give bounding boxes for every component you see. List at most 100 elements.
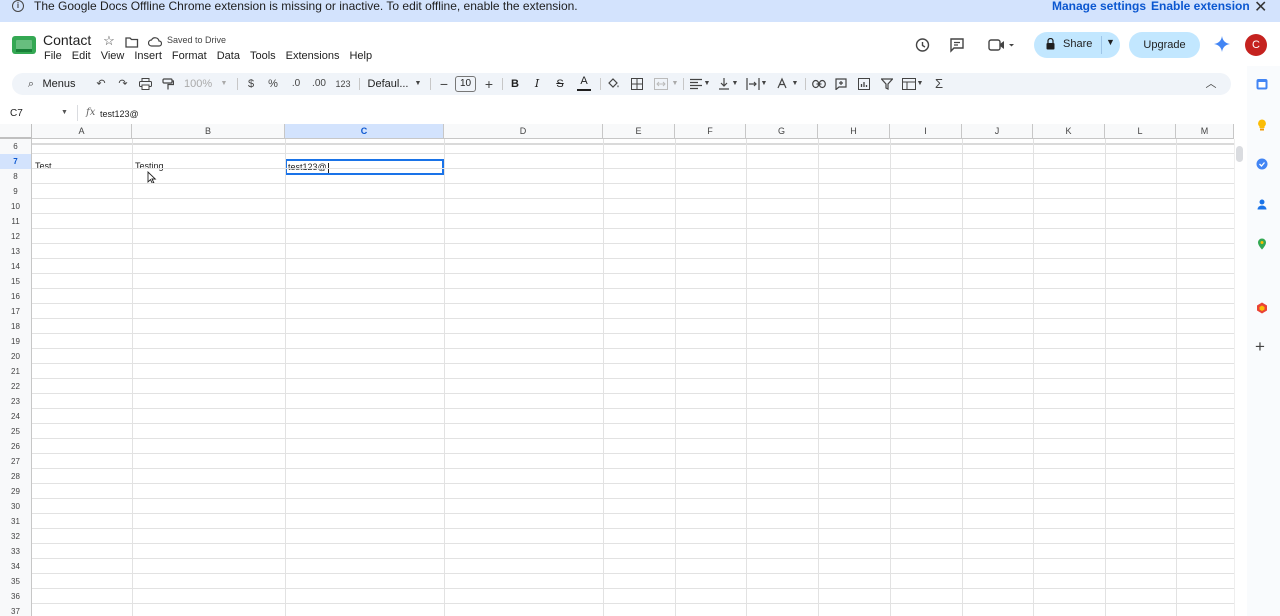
document-title[interactable]: Contact bbox=[43, 32, 91, 48]
spreadsheet-grid[interactable]: Test Testing test123@ ABCDEFGHIJKLM67891… bbox=[0, 124, 1234, 616]
menu-file[interactable]: File bbox=[44, 50, 62, 62]
chevron-down-icon[interactable]: ▼ bbox=[760, 73, 768, 95]
insert-chart-icon[interactable] bbox=[858, 78, 870, 90]
row-header-29[interactable]: 29 bbox=[0, 484, 32, 499]
sheets-logo-icon[interactable] bbox=[12, 36, 36, 56]
maps-icon[interactable] bbox=[1256, 238, 1268, 250]
borders-icon[interactable] bbox=[631, 78, 643, 90]
column-header-c[interactable]: C bbox=[285, 124, 444, 139]
vertical-scrollbar[interactable] bbox=[1234, 139, 1246, 616]
manage-settings-link[interactable]: Manage settings bbox=[1052, 0, 1146, 13]
row-header-33[interactable]: 33 bbox=[0, 544, 32, 559]
filter-icon[interactable] bbox=[881, 78, 893, 90]
bold-button[interactable]: B bbox=[509, 73, 521, 95]
text-wrapping-icon[interactable] bbox=[746, 78, 760, 90]
strikethrough-button[interactable]: S bbox=[554, 73, 566, 95]
menu-help[interactable]: Help bbox=[349, 50, 372, 62]
print-icon[interactable] bbox=[139, 78, 152, 90]
column-header-d[interactable]: D bbox=[444, 124, 603, 139]
row-header-28[interactable]: 28 bbox=[0, 469, 32, 484]
row-header-36[interactable]: 36 bbox=[0, 589, 32, 604]
row-header-24[interactable]: 24 bbox=[0, 409, 32, 424]
menu-edit[interactable]: Edit bbox=[72, 50, 91, 62]
number-format-button[interactable]: 123 bbox=[334, 73, 352, 95]
row-header-32[interactable]: 32 bbox=[0, 529, 32, 544]
row-header-17[interactable]: 17 bbox=[0, 304, 32, 319]
column-header-h[interactable]: H bbox=[818, 124, 890, 139]
paint-format-icon[interactable] bbox=[162, 78, 174, 90]
calendar-icon[interactable] bbox=[1256, 78, 1268, 90]
column-header-e[interactable]: E bbox=[603, 124, 675, 139]
column-header-g[interactable]: G bbox=[746, 124, 818, 139]
font-size-input[interactable]: 10 bbox=[455, 76, 476, 92]
cell-a7[interactable]: Test bbox=[35, 159, 52, 174]
column-header-b[interactable]: B bbox=[132, 124, 285, 139]
row-header-30[interactable]: 30 bbox=[0, 499, 32, 514]
menu-insert[interactable]: Insert bbox=[134, 50, 162, 62]
row-header-11[interactable]: 11 bbox=[0, 214, 32, 229]
row-header-9[interactable]: 9 bbox=[0, 184, 32, 199]
cloud-saved-icon[interactable] bbox=[148, 35, 162, 49]
meet-icon[interactable] bbox=[988, 37, 1014, 53]
chevron-down-icon[interactable]: ▼ bbox=[219, 73, 229, 95]
formula-input[interactable]: test123@ bbox=[100, 109, 139, 119]
gemini-icon[interactable] bbox=[1214, 36, 1230, 52]
column-header-f[interactable]: F bbox=[675, 124, 746, 139]
row-header-20[interactable]: 20 bbox=[0, 349, 32, 364]
row-header-37[interactable]: 37 bbox=[0, 604, 32, 616]
avatar[interactable]: C bbox=[1245, 34, 1267, 56]
chevron-down-icon[interactable]: ▼ bbox=[61, 109, 68, 116]
row-header-31[interactable]: 31 bbox=[0, 514, 32, 529]
row-header-13[interactable]: 13 bbox=[0, 244, 32, 259]
row-header-15[interactable]: 15 bbox=[0, 274, 32, 289]
row-header-23[interactable]: 23 bbox=[0, 394, 32, 409]
redo-icon[interactable]: ↷ bbox=[116, 73, 130, 95]
star-icon[interactable]: ☆ bbox=[102, 34, 116, 48]
currency-format-button[interactable]: $ bbox=[245, 73, 257, 95]
merge-cells-icon[interactable] bbox=[654, 78, 668, 90]
row-header-26[interactable]: 26 bbox=[0, 439, 32, 454]
vertical-align-icon[interactable] bbox=[718, 77, 730, 90]
chevron-down-icon[interactable]: ▼ bbox=[671, 73, 679, 95]
fill-color-icon[interactable] bbox=[607, 77, 620, 90]
select-all-corner[interactable] bbox=[0, 124, 32, 139]
italic-button[interactable]: I bbox=[531, 73, 543, 95]
addon-icon[interactable] bbox=[1256, 302, 1268, 314]
comments-icon[interactable] bbox=[949, 37, 965, 53]
filter-views-icon[interactable] bbox=[902, 78, 916, 90]
menu-extensions[interactable]: Extensions bbox=[286, 50, 340, 62]
close-icon[interactable]: ✕ bbox=[1254, 0, 1267, 17]
version-history-icon[interactable] bbox=[914, 37, 930, 53]
enable-extension-link[interactable]: Enable extension bbox=[1151, 0, 1250, 13]
font-select[interactable]: Defaul... bbox=[366, 73, 410, 95]
cell-c7[interactable]: test123@ bbox=[288, 162, 327, 172]
decrease-font-size-button[interactable]: − bbox=[438, 73, 450, 95]
column-header-m[interactable]: M bbox=[1176, 124, 1234, 139]
insert-link-icon[interactable] bbox=[812, 79, 826, 89]
row-header-10[interactable]: 10 bbox=[0, 199, 32, 214]
column-header-k[interactable]: K bbox=[1033, 124, 1105, 139]
column-header-i[interactable]: I bbox=[890, 124, 962, 139]
row-header-22[interactable]: 22 bbox=[0, 379, 32, 394]
scrollbar-thumb[interactable] bbox=[1236, 146, 1243, 162]
menu-data[interactable]: Data bbox=[217, 50, 240, 62]
menu-view[interactable]: View bbox=[101, 50, 125, 62]
share-button[interactable]: Share ▼ bbox=[1034, 32, 1120, 58]
move-folder-icon[interactable] bbox=[125, 35, 139, 49]
row-header-8[interactable]: 8 bbox=[0, 169, 32, 184]
upgrade-button[interactable]: Upgrade bbox=[1129, 32, 1200, 58]
search-icon[interactable]: ⌕ bbox=[24, 73, 38, 95]
chevron-down-icon[interactable]: ▼ bbox=[703, 73, 711, 95]
row-header-6[interactable]: 6 bbox=[0, 139, 32, 154]
row-header-27[interactable]: 27 bbox=[0, 454, 32, 469]
insert-comment-icon[interactable] bbox=[835, 78, 847, 90]
menus-search[interactable]: Menus bbox=[42, 73, 76, 95]
chevron-down-icon[interactable]: ▼ bbox=[413, 73, 423, 95]
row-header-18[interactable]: 18 bbox=[0, 319, 32, 334]
increase-font-size-button[interactable]: + bbox=[483, 73, 495, 95]
contacts-icon[interactable] bbox=[1256, 198, 1268, 210]
column-header-l[interactable]: L bbox=[1105, 124, 1176, 139]
decrease-decimal-button[interactable]: .0 bbox=[289, 73, 303, 95]
row-header-35[interactable]: 35 bbox=[0, 574, 32, 589]
row-header-16[interactable]: 16 bbox=[0, 289, 32, 304]
